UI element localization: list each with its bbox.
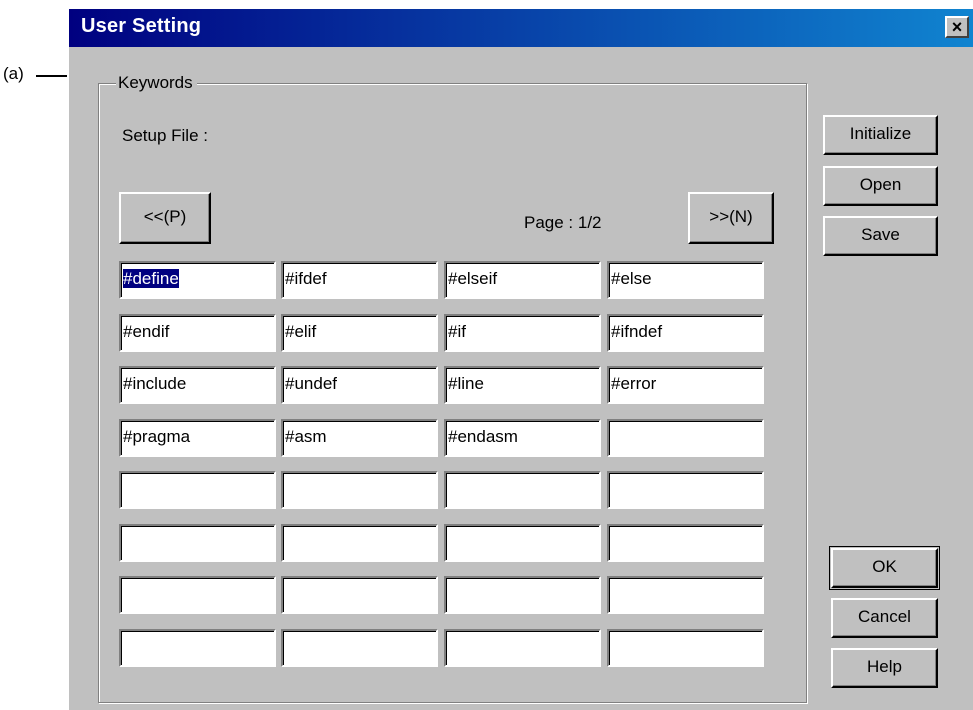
keyword-field[interactable]: #endif <box>119 314 276 352</box>
save-button[interactable]: Save <box>823 216 938 256</box>
keyword-field[interactable] <box>444 471 601 509</box>
keyword-value: #else <box>611 269 652 288</box>
keyword-field[interactable]: #asm <box>281 419 438 457</box>
keyword-value: #asm <box>285 427 327 446</box>
keyword-field[interactable] <box>607 576 764 614</box>
save-button-label: Save <box>861 225 900 244</box>
keyword-value: #ifndef <box>611 322 663 341</box>
keyword-field[interactable]: #error <box>607 366 764 404</box>
keyword-field[interactable] <box>119 629 276 667</box>
close-button[interactable]: × <box>945 16 969 38</box>
setup-file-label: Setup File : <box>122 126 208 145</box>
user-setting-dialog: User Setting × Keywords Setup File : <<(… <box>67 7 973 710</box>
keyword-value: #endif <box>123 322 170 341</box>
keyword-field[interactable]: #endasm <box>444 419 601 457</box>
keyword-field[interactable] <box>607 629 764 667</box>
keyword-value: #endasm <box>448 427 518 446</box>
screenshot-canvas: (a) User Setting × Keywords Setup File :… <box>0 0 973 710</box>
callout-label: (a) <box>3 64 24 83</box>
keyword-value: #elseif <box>448 269 498 288</box>
previous-page-label: <<(P) <box>143 207 187 226</box>
keyword-field[interactable]: #line <box>444 366 601 404</box>
keyword-field[interactable] <box>119 524 276 562</box>
keyword-value: #error <box>611 374 657 393</box>
cancel-button[interactable]: Cancel <box>831 598 938 638</box>
keyword-field[interactable] <box>607 419 764 457</box>
close-icon: × <box>951 17 963 37</box>
keyword-field[interactable] <box>281 524 438 562</box>
keyword-field[interactable]: #pragma <box>119 419 276 457</box>
keyword-field[interactable] <box>281 471 438 509</box>
keyword-field[interactable]: #ifdef <box>281 261 438 299</box>
keyword-field[interactable]: #ifndef <box>607 314 764 352</box>
keyword-value: #elif <box>285 322 317 341</box>
keyword-field[interactable] <box>119 471 276 509</box>
ok-button[interactable]: OK <box>829 546 940 590</box>
keyword-field[interactable]: #include <box>119 366 276 404</box>
cancel-button-label: Cancel <box>858 607 911 626</box>
previous-page-button[interactable]: <<(P) <box>119 192 211 244</box>
keyword-field[interactable]: #elif <box>281 314 438 352</box>
title-bar[interactable]: User Setting × <box>69 9 973 47</box>
keyword-field[interactable] <box>607 471 764 509</box>
keyword-field[interactable]: #elseif <box>444 261 601 299</box>
keyword-value: #define <box>123 269 179 288</box>
keyword-field[interactable] <box>119 576 276 614</box>
next-page-label: >>(N) <box>709 207 753 226</box>
initialize-button-label: Initialize <box>849 124 912 143</box>
initialize-button[interactable]: Initialize <box>823 115 938 155</box>
open-button-label: Open <box>859 175 902 194</box>
keyword-field[interactable]: #undef <box>281 366 438 404</box>
keyword-field[interactable]: #if <box>444 314 601 352</box>
keyword-value: #ifdef <box>285 269 327 288</box>
window-title: User Setting <box>81 15 202 37</box>
keywords-group-label: Keywords <box>116 73 197 93</box>
help-button-label: Help <box>867 657 902 676</box>
help-button[interactable]: Help <box>831 648 938 688</box>
keyword-field[interactable] <box>281 629 438 667</box>
keyword-field[interactable] <box>444 524 601 562</box>
keyword-field[interactable]: #else <box>607 261 764 299</box>
keyword-value: #include <box>123 374 187 393</box>
keyword-field[interactable]: #define <box>119 261 276 299</box>
keyword-field[interactable] <box>607 524 764 562</box>
ok-button-label: OK <box>872 557 897 576</box>
keyword-field[interactable] <box>444 576 601 614</box>
keyword-field[interactable] <box>444 629 601 667</box>
keyword-value: #undef <box>285 374 337 393</box>
next-page-button[interactable]: >>(N) <box>688 192 774 244</box>
page-indicator: Page : 1/2 <box>524 213 602 232</box>
open-button[interactable]: Open <box>823 166 938 206</box>
keyword-value: #pragma <box>123 427 191 446</box>
keyword-value: #line <box>448 374 484 393</box>
keyword-field[interactable] <box>281 576 438 614</box>
keyword-value: #if <box>448 322 466 341</box>
